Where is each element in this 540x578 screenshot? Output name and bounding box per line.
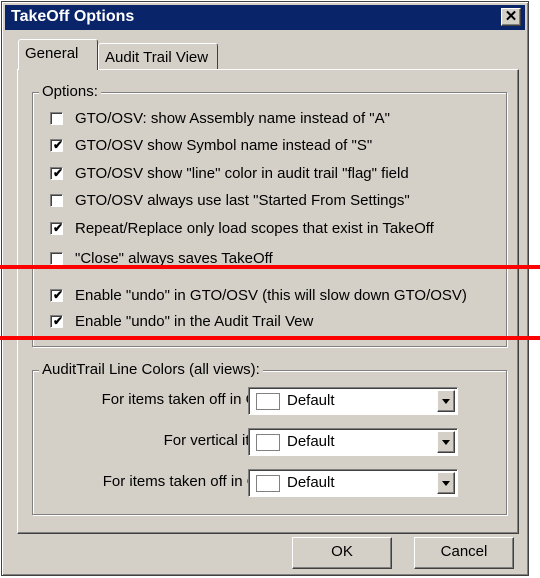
dropdown-button[interactable]: [437, 472, 455, 494]
checkbox[interactable]: ✔: [50, 165, 64, 180]
option-enable-undo-gto-osv[interactable]: ✔ Enable "undo" in GTO/OSV (this will sl…: [50, 285, 467, 305]
tab-general-label: General: [25, 45, 79, 62]
options-legend: Options:: [39, 83, 101, 100]
option-label: "Close" always saves TakeOff: [75, 249, 273, 267]
title-bar[interactable]: TakeOff Options ✕: [5, 5, 525, 30]
close-button[interactable]: ✕: [501, 8, 521, 26]
tab-audit-trail-view[interactable]: Audit Trail View: [98, 43, 218, 70]
chevron-down-icon: [442, 481, 450, 486]
ok-button[interactable]: OK: [292, 537, 392, 569]
dropdown-button[interactable]: [437, 390, 455, 412]
option-label: GTO/OSV: show Assembly name instead of "…: [75, 109, 390, 127]
color-row-vertical: For vertical items: Default: [42, 428, 502, 456]
chevron-down-icon: [442, 440, 450, 445]
option-enable-undo-audit-trail[interactable]: ✔ Enable "undo" in the Audit Trail Vew: [50, 311, 313, 331]
color-select-osv[interactable]: Default: [248, 469, 458, 497]
checkmark-icon: ✔: [53, 313, 64, 328]
option-label: Repeat/Replace only load scopes that exi…: [75, 219, 434, 237]
checkbox[interactable]: ✔: [50, 137, 64, 152]
color-row-gto: For items taken off in GTO: Default: [42, 387, 502, 415]
option-use-last-settings[interactable]: GTO/OSV always use last "Started From Se…: [50, 190, 410, 210]
window-title: TakeOff Options: [11, 8, 135, 25]
checkbox[interactable]: ✔: [50, 313, 64, 328]
checkmark-icon: ✔: [53, 220, 64, 235]
option-label: GTO/OSV show "line" color in audit trail…: [75, 164, 409, 182]
color-select-gto[interactable]: Default: [248, 387, 458, 415]
color-row-osv: For items taken off in OSV: Default: [42, 469, 502, 497]
checkbox[interactable]: ✔: [50, 220, 64, 235]
annotation-red-line-bottom: [0, 336, 540, 340]
option-repeat-replace-scopes[interactable]: ✔ Repeat/Replace only load scopes that e…: [50, 218, 434, 238]
dropdown-button[interactable]: [437, 431, 455, 453]
color-swatch: [256, 434, 280, 451]
option-show-assembly-name[interactable]: GTO/OSV: show Assembly name instead of "…: [50, 108, 390, 128]
option-label: GTO/OSV show Symbol name instead of "S": [75, 136, 373, 154]
color-select-vertical[interactable]: Default: [248, 428, 458, 456]
option-show-line-color[interactable]: ✔ GTO/OSV show "line" color in audit tra…: [50, 163, 409, 183]
checkbox[interactable]: [50, 193, 63, 207]
color-select-value: Default: [287, 474, 335, 491]
checkmark-icon: ✔: [53, 287, 64, 302]
option-label: Enable "undo" in the Audit Trail Vew: [75, 312, 314, 330]
tab-general[interactable]: General: [18, 39, 98, 70]
cancel-button[interactable]: Cancel: [414, 537, 514, 569]
option-label: GTO/OSV always use last "Started From Se…: [75, 191, 410, 209]
checkbox[interactable]: ✔: [50, 287, 64, 302]
color-select-value: Default: [287, 392, 335, 409]
checkbox[interactable]: [50, 251, 63, 265]
option-label: Enable "undo" in GTO/OSV (this will slow…: [75, 286, 467, 304]
color-swatch: [256, 475, 280, 492]
chevron-down-icon: [442, 399, 450, 404]
tab-audit-trail-view-label: Audit Trail View: [105, 49, 209, 66]
color-swatch: [256, 393, 280, 410]
checkmark-icon: ✔: [53, 137, 64, 152]
takeoff-options-dialog: TakeOff Options ✕ General Audit Trail Vi…: [1, 1, 529, 576]
checkmark-icon: ✔: [53, 165, 64, 180]
annotation-red-line-top: [0, 265, 540, 269]
line-colors-legend: AuditTrail Line Colors (all views):: [39, 361, 263, 378]
option-show-symbol-name[interactable]: ✔ GTO/OSV show Symbol name instead of "S…: [50, 135, 372, 155]
checkbox[interactable]: [50, 111, 63, 125]
color-select-value: Default: [287, 433, 335, 450]
